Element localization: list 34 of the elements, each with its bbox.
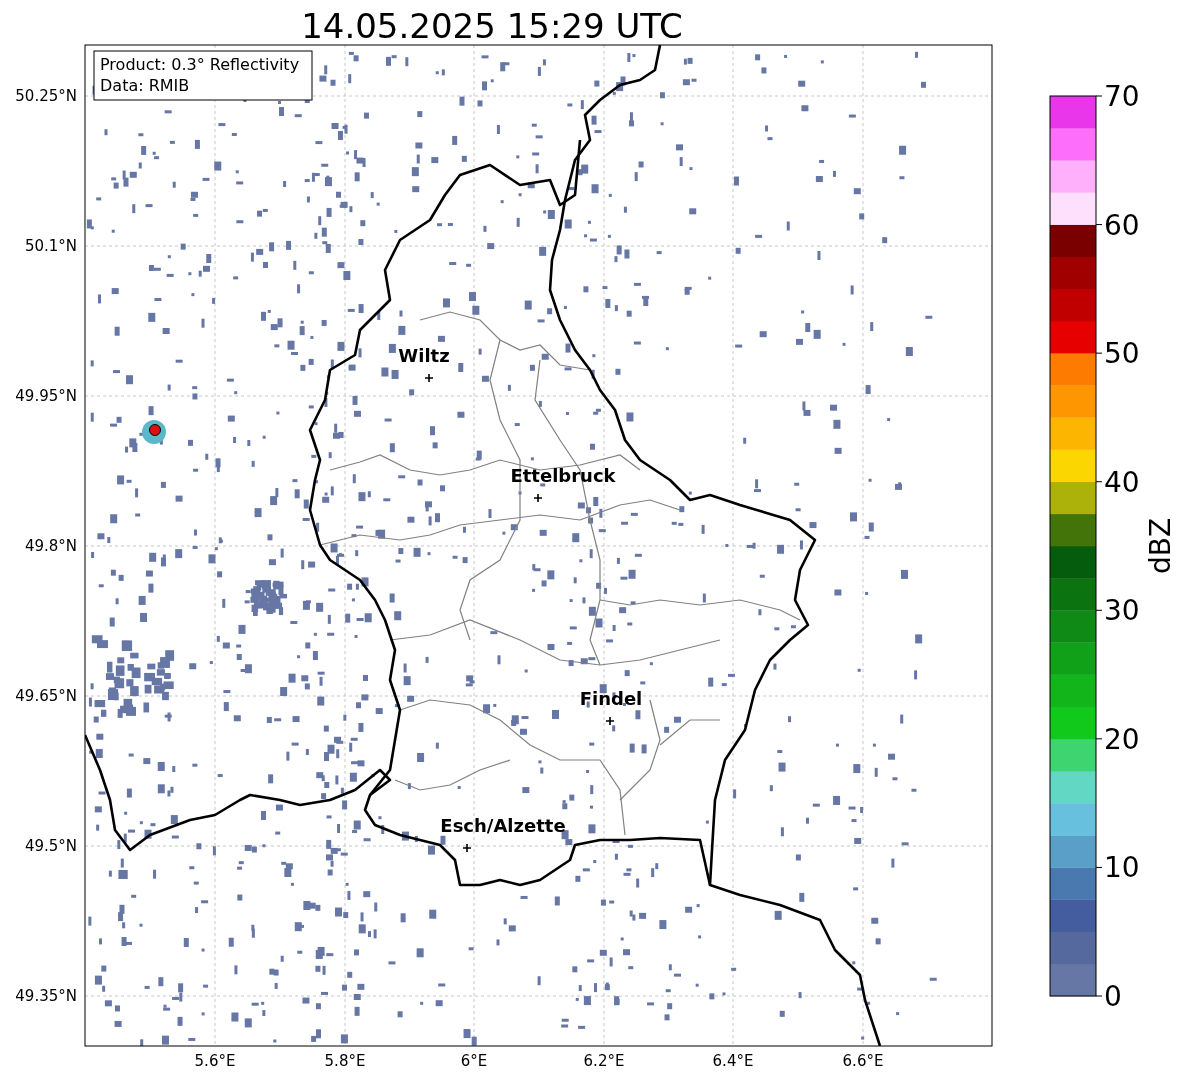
colorbar-tick-label: 60: [1104, 208, 1140, 242]
colorbar-tick-label: 70: [1104, 80, 1140, 113]
place-label: Esch/Alzette: [440, 815, 566, 836]
info-text: Data: RMIB: [100, 76, 190, 95]
axis-tick-label: 49.95°N: [15, 387, 77, 405]
axis-tick-label: 6.6°E: [842, 1052, 884, 1070]
colorbar-tick-label: 10: [1104, 851, 1140, 885]
axis-tick-label: 50.1°N: [24, 237, 77, 255]
chart-title: 14.05.2025 15:29 UTC: [301, 6, 683, 46]
axis-tick-label: 49.8°N: [24, 537, 77, 555]
place-marker-icon: [605, 716, 615, 726]
axis-tick-label: 6.2°E: [583, 1052, 625, 1070]
colorbar-tick-label: 0: [1104, 980, 1122, 1013]
place-marker-icon: [424, 373, 434, 383]
info-text: Product: 0.3° Reflectivity: [100, 55, 300, 74]
axis-tick-label: 6°E: [460, 1052, 488, 1070]
colorbar-tick-label: 50: [1104, 337, 1140, 371]
axis-tick-label: 49.65°N: [15, 687, 77, 705]
place-marker-icon: [533, 493, 543, 503]
place-label: Ettelbruck: [510, 465, 616, 486]
colorbar-label: dBZ: [1144, 517, 1177, 575]
place-label: Wiltz: [398, 345, 450, 366]
axis-tick-label: 5.6°E: [194, 1052, 236, 1070]
radar-site-icon: [142, 420, 166, 444]
axis-tick-label: 49.5°N: [24, 837, 77, 855]
axis-tick-label: 50.25°N: [15, 87, 77, 105]
place-marker-icon: [462, 843, 472, 853]
colorbar-tick-label: 20: [1104, 722, 1140, 756]
axis-tick-label: 6.4°E: [712, 1052, 754, 1070]
colorbar-tick-label: 30: [1104, 594, 1140, 628]
colorbar-tick-label: 40: [1104, 465, 1140, 499]
axis-tick-label: 49.35°N: [15, 987, 77, 1005]
place-label: Findel: [579, 688, 643, 709]
axis-tick-label: 5.8°E: [324, 1052, 366, 1070]
